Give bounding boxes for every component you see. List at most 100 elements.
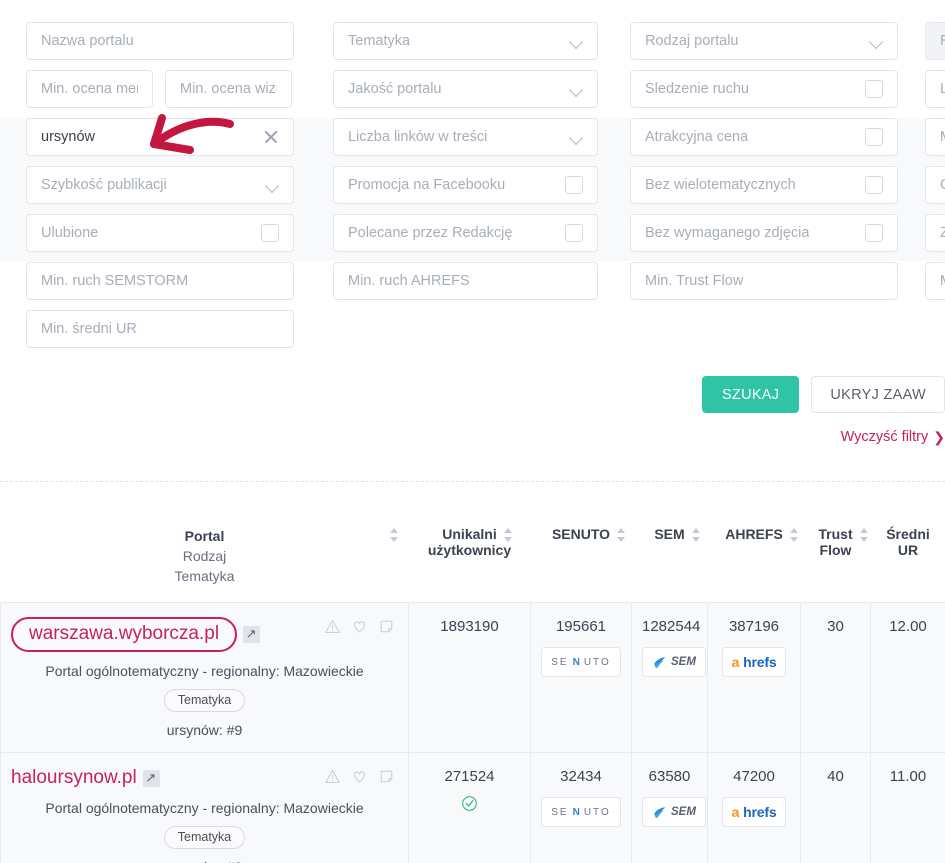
- portal-description: Portal ogólnotematyczny - regionalny: Ma…: [11, 662, 398, 680]
- ahrefs-logo-a: a: [732, 804, 740, 820]
- sem-value: 63580: [642, 767, 697, 787]
- chevron-right-icon: ❯: [933, 430, 945, 444]
- external-link-icon[interactable]: [143, 770, 160, 787]
- filter-row-c2-1: Tematyka: [333, 22, 630, 60]
- field-min-ruch-semstorm[interactable]: Min. ruch SEMSTORM: [26, 262, 294, 300]
- cell-senuto: 32434 SENUTO: [531, 753, 632, 863]
- field-atrakcyjna-cena[interactable]: Atrakcyjna cena: [630, 118, 898, 156]
- senuto-logo-badge: SENUTO: [541, 797, 621, 827]
- sort-icon-portal[interactable]: [390, 528, 399, 542]
- filter-column-2: Tematyka Jakość portalu Liczba linków w …: [333, 22, 630, 358]
- column-header-trust-flow[interactable]: Trust Flow: [801, 512, 871, 603]
- filter-grid: Nazwa portalu Min. ocena mer Min. ocena …: [0, 0, 945, 358]
- checkbox-promocja-facebook[interactable]: [565, 176, 583, 194]
- column-header-ahrefs[interactable]: AHREFS: [708, 512, 801, 603]
- clear-filters-label: Wyczyść filtry: [841, 429, 929, 445]
- field-bez-wymaganego-zdjecia[interactable]: Bez wymaganego zdjęcia: [630, 214, 898, 252]
- filter-row-c4-1: Re: [925, 22, 945, 60]
- cell-senuto: 195661 SENUTO: [531, 603, 632, 753]
- filter-row-c4-4: Gı: [925, 166, 945, 204]
- sort-icon-senuto[interactable]: [617, 528, 626, 542]
- field-min-4[interactable]: M: [925, 118, 945, 156]
- field-polecane-przez-redakcje[interactable]: Polecane przez Redakcję: [333, 214, 598, 252]
- field-jakosc-portalu[interactable]: Jakość portalu: [333, 70, 598, 108]
- filter-row-4: Szybkość publikacji: [26, 166, 333, 204]
- note-icon[interactable]: [379, 769, 394, 784]
- portal-cell: haloursynow.pl Portal ogólnotematyczny -…: [1, 753, 409, 863]
- field-label-region: Re: [940, 33, 945, 49]
- checkbox-sledzenie-ruchu[interactable]: [865, 80, 883, 98]
- field-label-min-ocena-wizu: Min. ocena wizu: [180, 81, 277, 97]
- field-min-ocena-merytoryczna[interactable]: Min. ocena mer: [26, 70, 153, 108]
- field-ulubione[interactable]: Ulubione: [26, 214, 294, 252]
- heart-icon[interactable]: [352, 619, 367, 634]
- filter-row-c2-2: Jakość portalu: [333, 70, 630, 108]
- filter-row-c2-6: Min. ruch AHREFS: [333, 262, 630, 300]
- column-header-ur-line2: UR: [898, 542, 918, 558]
- field-region[interactable]: Re: [925, 22, 945, 60]
- field-zostaw[interactable]: Zo: [925, 214, 945, 252]
- portal-tag[interactable]: Tematyka: [164, 826, 246, 849]
- ahrefs-logo-badge: ahrefs: [722, 647, 787, 677]
- sort-icon-sem[interactable]: [692, 528, 701, 542]
- checkbox-bez-wymaganego-zdjecia[interactable]: [865, 224, 883, 242]
- field-min-ocena-wizualna[interactable]: Min. ocena wizu: [165, 70, 292, 108]
- field-min-trust-flow[interactable]: Min. Trust Flow: [630, 262, 898, 300]
- hide-advanced-button[interactable]: UKRYJ ZAAW: [811, 376, 945, 413]
- field-min-6[interactable]: M: [925, 262, 945, 300]
- column-header-unique-users[interactable]: Unikalni użytkownicy: [409, 512, 531, 603]
- sort-icon-trust-flow[interactable]: [860, 528, 869, 542]
- unique-users-value: 271524: [419, 767, 520, 787]
- field-label-tematyka: Tematyka: [348, 33, 410, 49]
- semstorm-globe-icon: [652, 655, 667, 670]
- filter-row-c4-5: Zo: [925, 214, 945, 252]
- column-header-avg-ur[interactable]: Średni UR: [871, 512, 945, 603]
- table-row: haloursynow.pl Portal ogólnotematyczny -…: [1, 753, 945, 863]
- checkbox-atrakcyjna-cena[interactable]: [865, 128, 883, 146]
- search-button[interactable]: SZUKAJ: [702, 376, 799, 413]
- senuto-value: 195661: [541, 617, 621, 637]
- sort-icon-ahrefs[interactable]: [790, 528, 799, 542]
- field-linki[interactable]: Li: [925, 70, 945, 108]
- field-sledzenie-ruchu[interactable]: Śledzenie ruchu: [630, 70, 898, 108]
- field-liczba-linkow-w-tresci[interactable]: Liczba linków w treści: [333, 118, 598, 156]
- field-grupa[interactable]: Gı: [925, 166, 945, 204]
- heart-icon[interactable]: [352, 769, 367, 784]
- clear-icon[interactable]: [263, 129, 279, 145]
- column-header-sem[interactable]: SEM: [632, 512, 708, 603]
- checkbox-ulubione[interactable]: [261, 224, 279, 242]
- field-tematyka[interactable]: Tematyka: [333, 22, 598, 60]
- portal-domain-link[interactable]: warszawa.wyborcza.pl: [11, 617, 237, 652]
- field-rodzaj-portalu[interactable]: Rodzaj portalu: [630, 22, 898, 60]
- field-label-atrakcyjna-cena: Atrakcyjna cena: [645, 129, 748, 145]
- field-promocja-na-facebooku[interactable]: Promocja na Facebooku: [333, 166, 598, 204]
- column-header-senuto[interactable]: SENUTO: [531, 512, 632, 603]
- field-label-nazwa-portalu: Nazwa portalu: [41, 33, 134, 49]
- sem-logo-text: SEM: [671, 806, 696, 818]
- chevron-down-icon: [570, 131, 583, 144]
- ahrefs-value: 387196: [718, 617, 790, 637]
- column-header-portal-sub1: Rodzaj: [11, 546, 399, 566]
- column-header-portal[interactable]: Portal Rodzaj Tematyka: [1, 512, 409, 603]
- chevron-down-icon: [266, 179, 279, 192]
- field-min-sredni-ur[interactable]: Min. średni UR: [26, 310, 294, 348]
- filter-row-6: Min. ruch SEMSTORM: [26, 262, 333, 300]
- field-bez-wielotematycznych[interactable]: Bez wielotematycznych: [630, 166, 898, 204]
- clear-filters-link[interactable]: Wyczyść filtry ❯: [841, 429, 945, 445]
- checkbox-bez-wielotematycznych[interactable]: [865, 176, 883, 194]
- field-szybkosc-publikacji[interactable]: Szybkość publikacji: [26, 166, 294, 204]
- portal-domain-link[interactable]: haloursynow.pl: [11, 767, 137, 789]
- note-icon[interactable]: [379, 619, 394, 634]
- table-header-row: Portal Rodzaj Tematyka Unikalni użytkown…: [1, 512, 945, 603]
- checkbox-polecane-redakcja[interactable]: [565, 224, 583, 242]
- warning-triangle-icon[interactable]: [325, 619, 340, 634]
- field-min-ruch-ahrefs[interactable]: Min. ruch AHREFS: [333, 262, 598, 300]
- field-nazwa-portalu[interactable]: Nazwa portalu: [26, 22, 294, 60]
- sem-value: 1282544: [642, 617, 697, 637]
- portal-tag[interactable]: Tematyka: [164, 689, 246, 712]
- warning-triangle-icon[interactable]: [325, 769, 340, 784]
- verified-check-icon: [461, 795, 478, 812]
- field-szukana-fraza[interactable]: ursynów: [26, 118, 294, 156]
- sort-icon-unique-users[interactable]: [504, 528, 513, 542]
- external-link-icon[interactable]: [243, 626, 260, 643]
